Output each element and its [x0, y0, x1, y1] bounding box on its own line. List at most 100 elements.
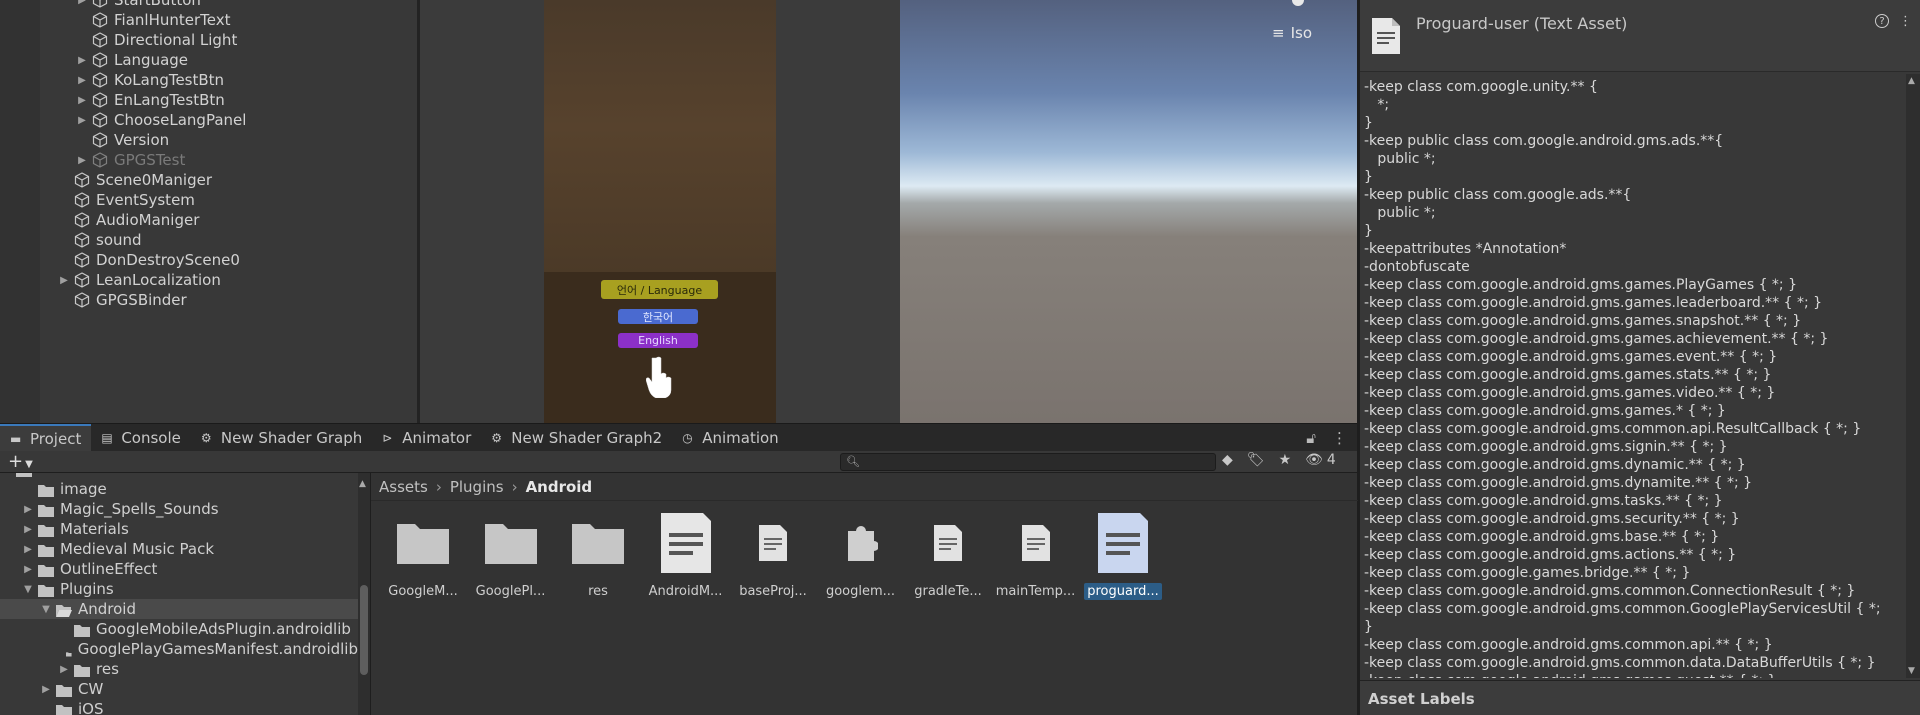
expand-arrow-icon[interactable]: ▶: [76, 155, 88, 166]
scroll-up-arrow-icon[interactable]: ▲: [1908, 76, 1915, 86]
tab-console[interactable]: ▤ Console: [91, 424, 191, 452]
inspector-menu-icon[interactable]: ⋮: [1899, 14, 1912, 29]
asset-item[interactable]: gradleTe...: [908, 511, 988, 600]
tree-item[interactable]: ▶ OutlineEffect: [0, 559, 358, 579]
expand-arrow-icon[interactable]: ▶: [22, 564, 34, 575]
expand-arrow-icon[interactable]: ▶: [76, 115, 88, 126]
folder-icon: [479, 511, 543, 575]
expand-arrow-icon[interactable]: ▶: [76, 0, 88, 6]
asset-item[interactable]: proguard...: [1083, 511, 1163, 600]
hidden-packages-toggle[interactable]: 👁︎ 4: [1305, 452, 1336, 468]
tree-item[interactable]: ▼ Plugins: [0, 579, 358, 599]
project-search-input[interactable]: 🔍︎: [840, 453, 1216, 471]
iso-toggle[interactable]: ≡ Iso: [1272, 24, 1312, 42]
tab-new-shader-graph[interactable]: ⚙ New Shader Graph: [191, 424, 372, 452]
add-asset-button[interactable]: + ▼: [8, 451, 33, 472]
expand-arrow-icon[interactable]: ▶: [76, 75, 88, 86]
game-view[interactable]: 언어 / Language 한국어 English: [420, 0, 900, 423]
hierarchy-item[interactable]: Version: [76, 130, 169, 150]
tree-scrollbar[interactable]: ▲: [358, 473, 370, 715]
scene-gizmo[interactable]: [1292, 0, 1304, 6]
folder-icon: [56, 703, 72, 715]
tree-item[interactable]: image: [0, 479, 358, 499]
expand-arrow-icon[interactable]: ▶: [22, 524, 34, 535]
hierarchy-item[interactable]: ▶ LeanLocalization: [58, 270, 221, 290]
scroll-up-arrow-icon[interactable]: ▲: [359, 479, 366, 489]
iso-label: Iso: [1290, 24, 1312, 42]
tree-item[interactable]: ▶ Magic_Spells_Sounds: [0, 499, 358, 519]
hierarchy-item[interactable]: FianlHunterText: [76, 10, 230, 30]
breadcrumb-item[interactable]: Plugins: [450, 478, 504, 496]
asset-item[interactable]: baseProj...: [733, 511, 813, 600]
unity-editor-window: ▶ StartButton FianlHunterText Directional L…: [0, 0, 1920, 715]
asset-item[interactable]: mainTemp...: [996, 511, 1076, 600]
gameobject-cube-icon: [92, 32, 108, 48]
hierarchy-item[interactable]: AudioManiger: [58, 210, 199, 230]
expand-arrow-icon[interactable]: ▼: [40, 604, 52, 615]
scroll-down-arrow-icon[interactable]: ▼: [1908, 666, 1915, 676]
korean-button[interactable]: 한국어: [618, 309, 698, 324]
asset-item[interactable]: AndroidM...: [646, 511, 726, 600]
hierarchy-item[interactable]: ▶ StartButton: [76, 0, 201, 10]
tree-item[interactable]: ▶ Materials: [0, 519, 358, 539]
tree-item[interactable]: ▶ CW: [0, 679, 358, 699]
tree-item[interactable]: GooglePlayGamesManifest.androidlib: [0, 639, 358, 659]
tree-item[interactable]: ▼ Android: [0, 599, 358, 619]
scene-view[interactable]: ≡ Iso: [900, 0, 1357, 423]
asset-item[interactable]: GoogleM...: [383, 511, 463, 600]
tree-item[interactable]: ▶ Medieval Music Pack: [0, 539, 358, 559]
hierarchy-item-label: sound: [96, 231, 142, 249]
lock-icon[interactable]: 🔓︎: [1306, 429, 1316, 447]
expand-arrow-icon[interactable]: ▶: [76, 55, 88, 66]
breadcrumb-item[interactable]: Android: [526, 478, 593, 496]
favorites-star-icon[interactable]: ★: [1279, 452, 1292, 468]
tab-animator[interactable]: ⊳ Animator: [372, 424, 481, 452]
tree-item[interactable]: GoogleMobileAdsPlugin.androidlib: [0, 619, 358, 639]
hierarchy-item[interactable]: ▶ ChooseLangPanel: [76, 110, 246, 130]
hierarchy-item[interactable]: EventSystem: [58, 190, 195, 210]
hierarchy-item[interactable]: ▶ GPGSTest: [76, 150, 185, 170]
asset-item[interactable]: googlem...: [821, 511, 901, 600]
gameobject-cube-icon: [92, 112, 108, 128]
language-button[interactable]: 언어 / Language: [601, 280, 718, 299]
hierarchy-item[interactable]: sound: [58, 230, 142, 250]
filter-by-type-icon[interactable]: ◆: [1222, 452, 1233, 468]
pointing-hand-icon: [646, 356, 672, 398]
breadcrumb-item[interactable]: Assets: [379, 478, 428, 496]
asset-item[interactable]: GooglePl...: [471, 511, 551, 600]
hierarchy-gutter: [0, 0, 40, 423]
kebab-menu-icon[interactable]: ⋮: [1332, 429, 1347, 447]
gameobject-cube-icon: [92, 152, 108, 168]
hierarchy-item[interactable]: ▶ Language: [76, 50, 188, 70]
expand-arrow-icon[interactable]: ▼: [22, 584, 34, 595]
text-line: }: [1364, 223, 1373, 239]
tab-animation[interactable]: ◷ Animation: [672, 424, 788, 452]
hierarchy-item[interactable]: Directional Light: [76, 30, 237, 50]
expand-arrow-icon[interactable]: ▶: [22, 504, 34, 515]
hierarchy-item[interactable]: ▶ KoLangTestBtn: [76, 70, 224, 90]
hierarchy-item[interactable]: ▶ EnLangTestBtn: [76, 90, 225, 110]
filter-by-label-icon[interactable]: 🏷︎: [1247, 452, 1265, 468]
asset-labels-header[interactable]: Asset Labels: [1360, 680, 1920, 715]
tab-new-shader-graph2[interactable]: ⚙ New Shader Graph2: [481, 424, 672, 452]
expand-arrow-icon[interactable]: ▶: [58, 664, 70, 675]
hierarchy-item[interactable]: DonDestroyScene0: [58, 250, 240, 270]
asset-item[interactable]: res: [558, 511, 638, 600]
scrollbar-thumb[interactable]: [360, 585, 368, 675]
expand-arrow-icon[interactable]: ▶: [22, 544, 34, 555]
hierarchy-item[interactable]: Scene0Maniger: [58, 170, 212, 190]
tree-item-label: Medieval Music Pack: [60, 540, 215, 558]
tree-item[interactable]: iOS: [0, 699, 358, 715]
expand-arrow-icon[interactable]: ▶: [40, 684, 52, 695]
tab-project[interactable]: ▬ Project: [0, 423, 92, 452]
project-asset-grid: Assets › Plugins › Android GoogleM... GoogleP…: [370, 473, 1358, 715]
expand-arrow-icon[interactable]: ▶: [58, 275, 70, 286]
english-button[interactable]: English: [618, 333, 698, 348]
expand-arrow-icon[interactable]: ▶: [76, 95, 88, 106]
gameobject-cube-icon: [74, 252, 90, 268]
inspector-scrollbar[interactable]: ▲ ▼: [1906, 74, 1920, 678]
hierarchy-item[interactable]: GPGSBinder: [58, 290, 187, 310]
hierarchy-item-label: KoLangTestBtn: [114, 71, 225, 89]
tree-item[interactable]: ▶ res: [0, 659, 358, 679]
help-icon[interactable]: ?: [1875, 14, 1889, 28]
